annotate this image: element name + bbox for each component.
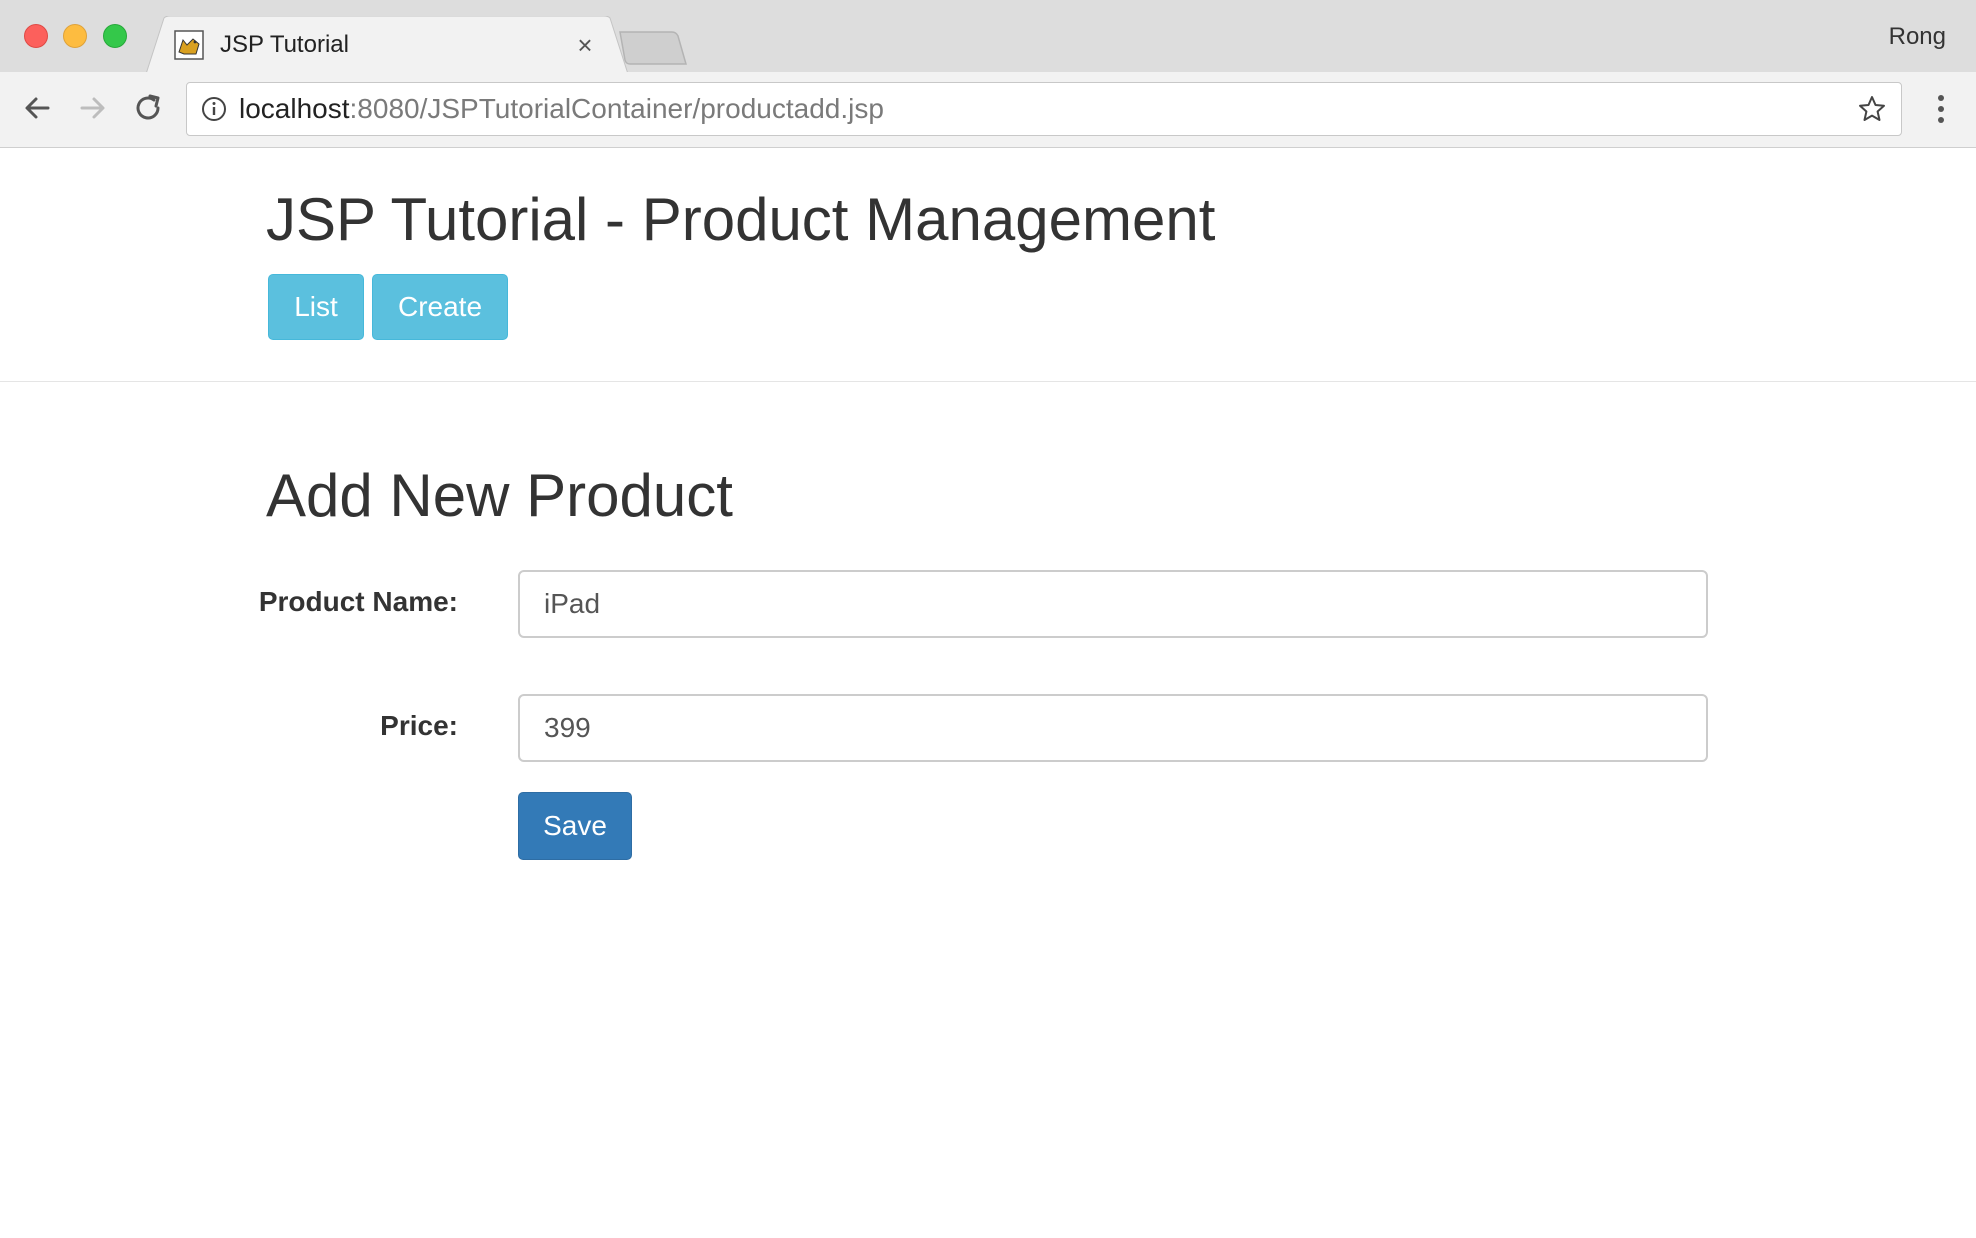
save-button[interactable]: Save xyxy=(518,792,632,860)
address-bar[interactable]: localhost:8080/JSPTutorialContainer/prod… xyxy=(186,82,1902,136)
forward-arrow-icon[interactable] xyxy=(72,88,112,128)
zoom-window-button[interactable] xyxy=(103,24,127,48)
close-window-button[interactable] xyxy=(24,24,48,48)
page-header: JSP Tutorial - Product Management List C… xyxy=(0,148,1976,382)
url-path: :8080/JSPTutorialContainer/productadd.js… xyxy=(349,93,884,124)
info-icon[interactable] xyxy=(201,96,227,122)
browser-chrome: JSP Tutorial × Rong localhost:8080/JSPTu… xyxy=(0,0,1976,148)
create-button[interactable]: Create xyxy=(372,274,508,340)
browser-toolbar: localhost:8080/JSPTutorialContainer/prod… xyxy=(0,72,1976,148)
product-name-input[interactable] xyxy=(518,570,1708,638)
tab-strip: JSP Tutorial × Rong xyxy=(0,0,1976,74)
page-content: JSP Tutorial - Product Management List C… xyxy=(0,148,1976,1238)
tab-shape xyxy=(146,16,628,74)
tab-title: JSP Tutorial xyxy=(220,31,349,58)
new-tab-button[interactable] xyxy=(618,30,690,66)
tomcat-icon xyxy=(174,30,204,60)
star-icon[interactable] xyxy=(1857,94,1887,124)
reload-icon[interactable] xyxy=(128,88,168,128)
tab-close-icon[interactable]: × xyxy=(570,30,600,60)
price-input[interactable] xyxy=(518,694,1708,762)
price-label: Price: xyxy=(380,710,458,741)
back-arrow-icon[interactable] xyxy=(18,88,58,128)
url-text[interactable]: localhost:8080/JSPTutorialContainer/prod… xyxy=(239,93,884,125)
product-name-label: Product Name: xyxy=(258,586,458,617)
kebab-menu-icon[interactable] xyxy=(1926,92,1956,126)
profile-name[interactable]: Rong xyxy=(1889,22,1946,52)
tab-active[interactable]: JSP Tutorial × xyxy=(146,16,628,74)
minimize-window-button[interactable] xyxy=(63,24,87,48)
list-button[interactable]: List xyxy=(268,274,364,340)
url-host: localhost xyxy=(239,93,350,124)
app-title: JSP Tutorial - Product Management xyxy=(266,186,1216,253)
section-title: Add New Product xyxy=(266,462,733,529)
